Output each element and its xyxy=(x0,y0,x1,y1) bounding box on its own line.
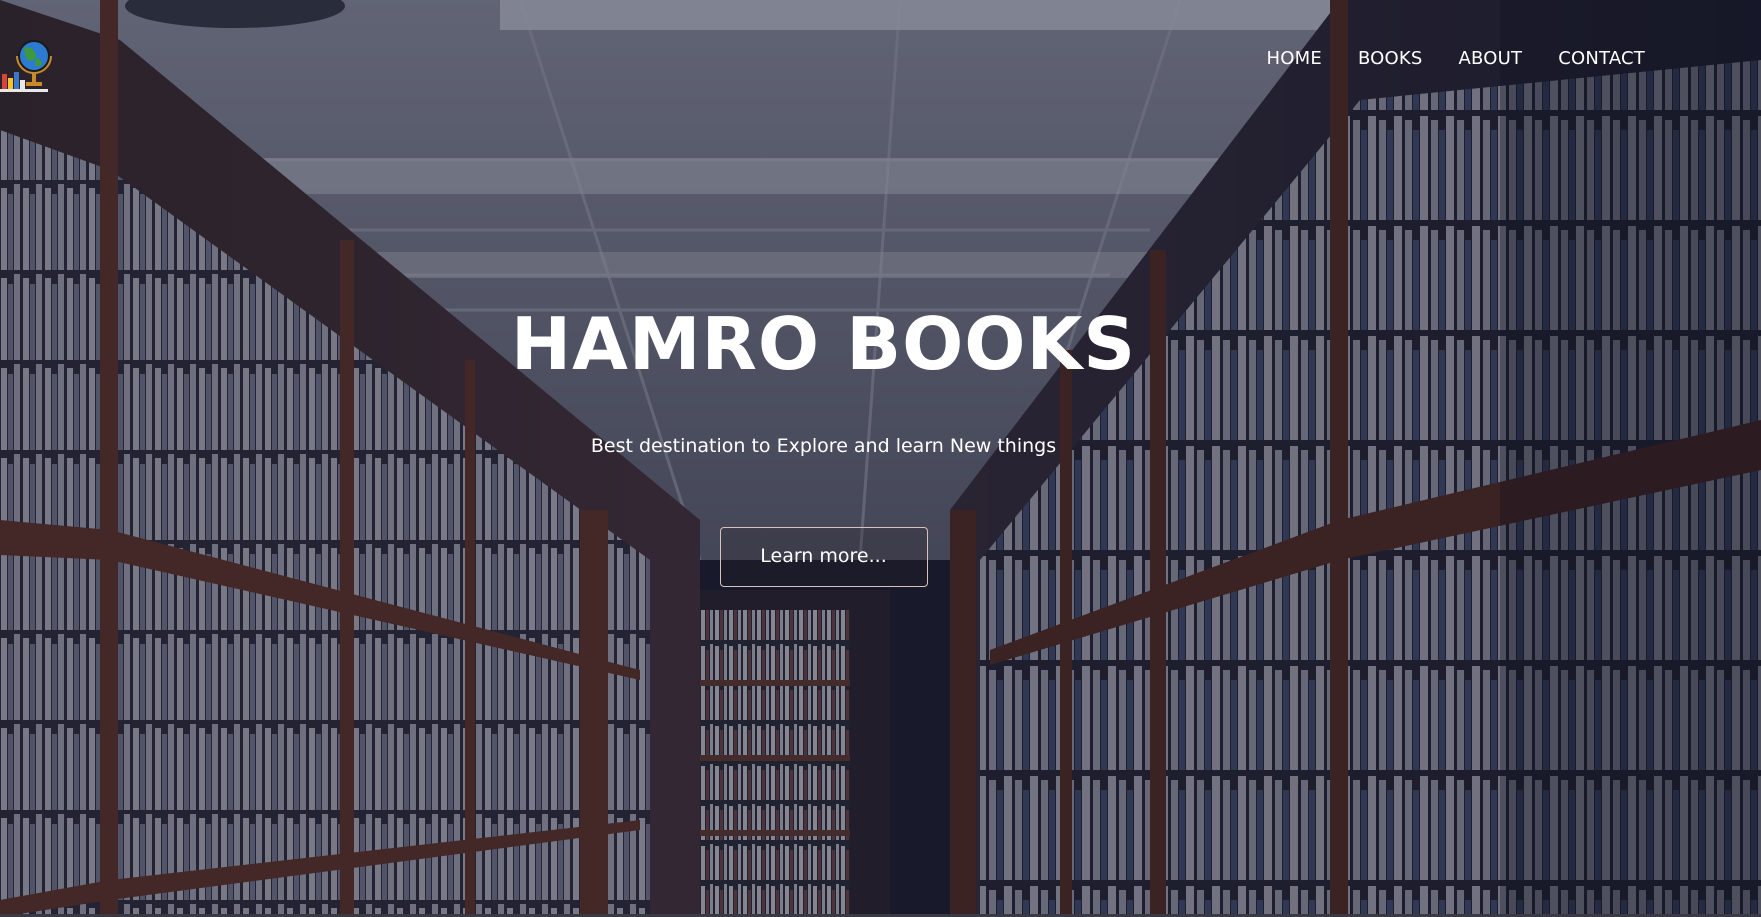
globe-books-icon xyxy=(0,40,52,92)
main-nav: HOME BOOKS ABOUT CONTACT xyxy=(1267,48,1645,69)
learn-more-button[interactable]: Learn more... xyxy=(719,527,928,587)
hero-section: HOME BOOKS ABOUT CONTACT HAMRO BOOKS Bes… xyxy=(0,0,1761,917)
hero-title: HAMRO BOOKS xyxy=(510,302,1137,386)
dark-overlay xyxy=(0,0,1761,917)
hero-subtitle: Best destination to Explore and learn Ne… xyxy=(590,435,1057,457)
site-logo[interactable] xyxy=(0,36,52,92)
nav-home-link[interactable]: HOME xyxy=(1267,48,1322,69)
nav-about-link[interactable]: ABOUT xyxy=(1459,48,1523,69)
nav-books-link[interactable]: BOOKS xyxy=(1358,48,1423,69)
nav-contact-link[interactable]: CONTACT xyxy=(1558,48,1645,69)
hero-button-wrap: Learn more... xyxy=(0,527,1647,587)
